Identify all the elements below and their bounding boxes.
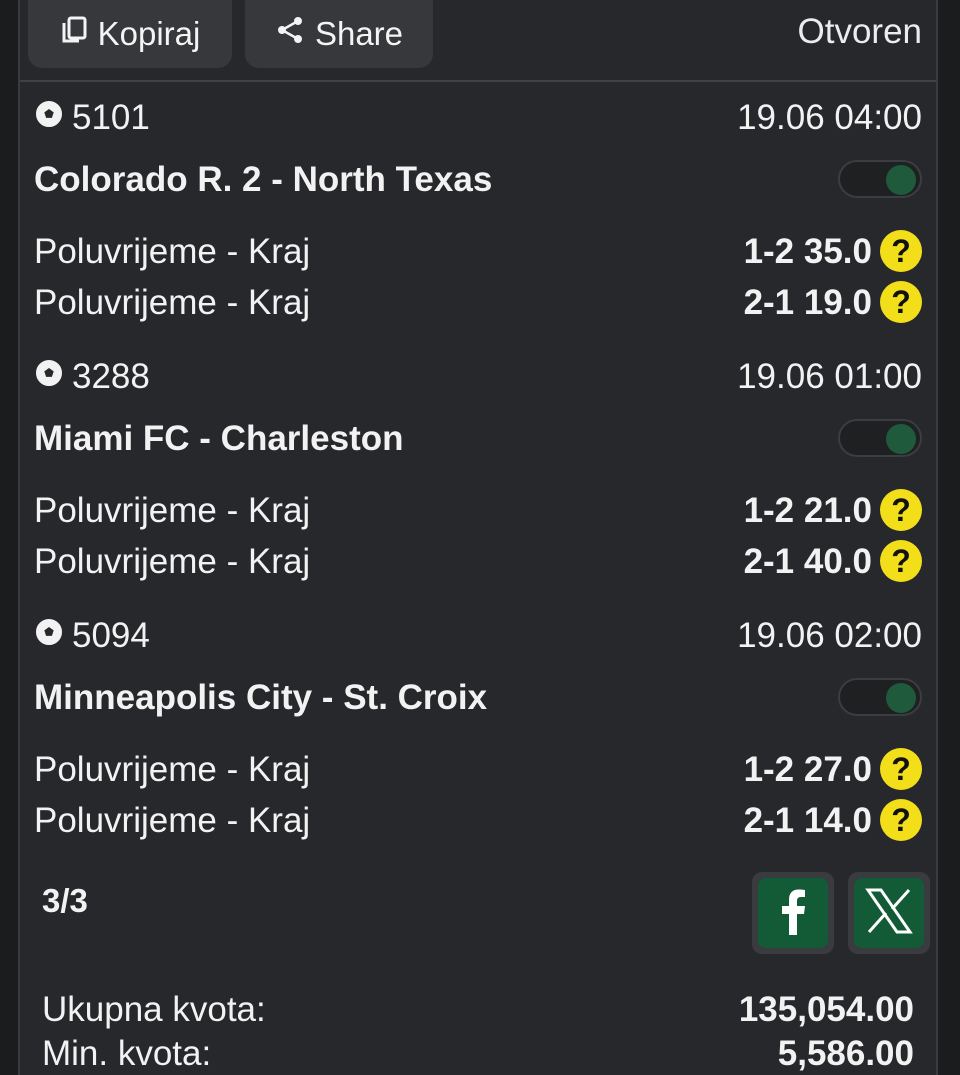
match-toggle[interactable] <box>838 678 922 716</box>
match-teams: Minneapolis City - St. Croix <box>34 678 488 717</box>
pick-row: Poluvrijeme - Kraj 1-2 21.0 ? <box>34 487 922 533</box>
min-odds-value: 5,586.00 <box>777 1034 914 1073</box>
toggle-knob <box>886 683 916 713</box>
pick-odds: 1-2 21.0 <box>743 491 872 530</box>
toggle-knob <box>886 424 916 454</box>
x-icon <box>865 888 913 939</box>
pick-market: Poluvrijeme - Kraj <box>34 283 311 322</box>
soccer-ball-icon <box>34 357 64 397</box>
x-share-button[interactable] <box>848 872 930 954</box>
pick-odds: 1-2 27.0 <box>743 750 872 789</box>
total-odds-value: 135,054.00 <box>738 990 914 1029</box>
ticket-status: Otvoren <box>797 12 923 51</box>
match-toggle[interactable] <box>838 160 922 198</box>
min-odds-label: Min. kvota: <box>42 1034 212 1073</box>
copy-icon <box>60 15 88 53</box>
share-button[interactable]: Share <box>245 0 433 68</box>
pick-odds: 2-1 14.0 <box>743 801 872 840</box>
copy-button[interactable]: Kopiraj <box>28 0 232 68</box>
question-mark-icon[interactable]: ? <box>880 489 922 531</box>
match-toggle[interactable] <box>838 419 922 457</box>
match-code: 5094 <box>72 616 150 655</box>
question-mark-icon[interactable]: ? <box>880 540 922 582</box>
toggle-knob <box>886 165 916 195</box>
question-mark-icon[interactable]: ? <box>880 281 922 323</box>
pick-row: Poluvrijeme - Kraj 1-2 27.0 ? <box>34 746 922 792</box>
match-code: 5101 <box>72 98 150 137</box>
pick-row: Poluvrijeme - Kraj 1-2 35.0 ? <box>34 228 922 274</box>
match-teams: Miami FC - Charleston <box>34 419 404 458</box>
ticket-toolbar: Kopiraj Share Otvoren <box>20 0 936 82</box>
pick-odds: 1-2 35.0 <box>743 232 872 271</box>
match-meta: 5094 19.06 02:00 <box>34 616 922 656</box>
ticket-panel: Kopiraj Share Otvoren 5101 19.06 04:00 C… <box>18 0 938 1075</box>
pick-market: Poluvrijeme - Kraj <box>34 232 311 271</box>
match-datetime: 19.06 01:00 <box>737 357 922 396</box>
share-button-label: Share <box>314 15 404 52</box>
pick-market: Poluvrijeme - Kraj <box>34 491 311 530</box>
match-datetime: 19.06 02:00 <box>737 616 922 655</box>
pick-row: Poluvrijeme - Kraj 2-1 19.0 ? <box>34 279 922 325</box>
pick-odds: 2-1 19.0 <box>743 283 872 322</box>
question-mark-icon[interactable]: ? <box>880 230 922 272</box>
facebook-share-button[interactable] <box>752 872 834 954</box>
soccer-ball-icon <box>34 98 64 138</box>
question-mark-icon[interactable]: ? <box>880 799 922 841</box>
facebook-icon <box>778 887 808 940</box>
pick-market: Poluvrijeme - Kraj <box>34 542 311 581</box>
match-code: 3288 <box>72 357 150 396</box>
pick-market: Poluvrijeme - Kraj <box>34 750 311 789</box>
copy-button-label: Kopiraj <box>97 15 201 52</box>
question-mark-icon[interactable]: ? <box>880 748 922 790</box>
match-meta: 3288 19.06 01:00 <box>34 357 922 397</box>
pick-row: Poluvrijeme - Kraj 2-1 40.0 ? <box>34 538 922 584</box>
share-icon <box>275 15 305 53</box>
match-teams: Colorado R. 2 - North Texas <box>34 160 493 199</box>
match-meta: 5101 19.06 04:00 <box>34 98 922 138</box>
match-datetime: 19.06 04:00 <box>737 98 922 137</box>
selection-count: 3/3 <box>42 882 88 919</box>
pick-row: Poluvrijeme - Kraj 2-1 14.0 ? <box>34 797 922 843</box>
pick-market: Poluvrijeme - Kraj <box>34 801 311 840</box>
soccer-ball-icon <box>34 616 64 656</box>
pick-odds: 2-1 40.0 <box>743 542 872 581</box>
total-odds-label: Ukupna kvota: <box>42 990 266 1029</box>
